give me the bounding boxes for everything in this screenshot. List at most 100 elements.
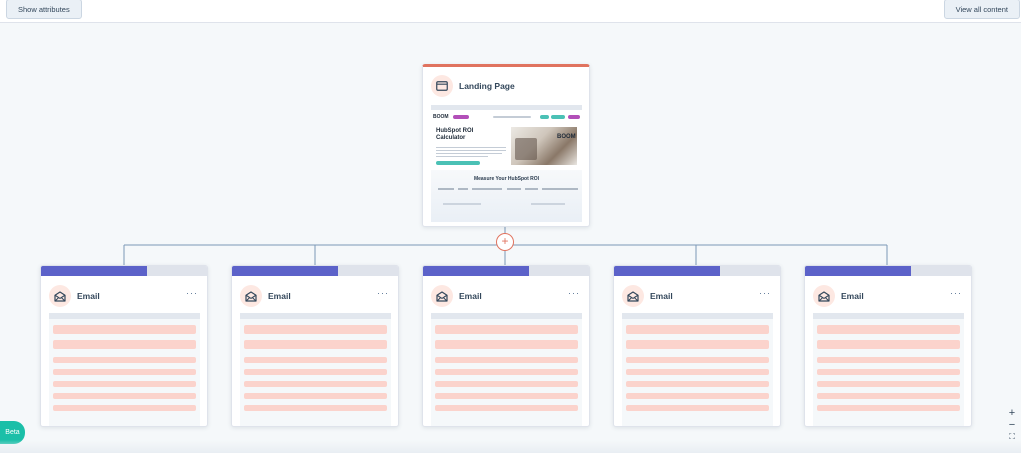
email-preview-line: [435, 357, 578, 363]
email-preview-line: [53, 405, 196, 411]
email-header: Email: [622, 285, 673, 307]
view-all-content-button[interactable]: View all content: [943, 0, 1020, 19]
email-preview-line: [435, 340, 578, 349]
email-status-fill: [41, 266, 147, 276]
email-preview-line: [817, 340, 960, 349]
email-preview-line: [244, 369, 387, 375]
email-status-bar: [614, 266, 780, 276]
email-more-menu-button[interactable]: ···: [950, 288, 962, 298]
email-preview-line: [244, 381, 387, 387]
preview-nav-pill: [453, 115, 469, 119]
landing-page-title: Landing Page: [459, 81, 515, 91]
preview-tab: [525, 188, 538, 190]
email-status-fill: [232, 266, 338, 276]
browser-window-icon: [431, 75, 453, 97]
preview-footer-line: [531, 203, 565, 205]
email-status-fill: [423, 266, 529, 276]
email-more-menu-button[interactable]: ···: [186, 288, 198, 298]
preview-logo: BOOM: [433, 114, 449, 120]
preview-nav-pill: [568, 115, 580, 119]
email-icon: [240, 285, 262, 307]
email-preview-line: [244, 340, 387, 349]
email-preview-line: [626, 340, 769, 349]
email-preview-line: [626, 357, 769, 363]
email-icon: [813, 285, 835, 307]
email-preview-line: [435, 393, 578, 399]
canvas-bottom-shade: [0, 440, 1021, 453]
email-card[interactable]: Email ···: [40, 265, 208, 427]
email-card[interactable]: Email ···: [613, 265, 781, 427]
email-preview-line: [53, 340, 196, 349]
landing-page-header: Landing Page: [431, 75, 515, 97]
email-preview-line: [53, 393, 196, 399]
preview-nav-pill: [540, 115, 549, 119]
preview-tab: [472, 188, 502, 190]
email-preview-line: [817, 393, 960, 399]
email-preview: [431, 313, 582, 426]
zoom-controls: + − ⛶: [1007, 407, 1017, 443]
email-preview-line: [817, 405, 960, 411]
email-preview-line: [626, 325, 769, 334]
email-title: Email: [841, 291, 864, 301]
email-title: Email: [77, 291, 100, 301]
email-title: Email: [268, 291, 291, 301]
zoom-in-button[interactable]: +: [1007, 407, 1017, 419]
add-content-button[interactable]: +: [496, 233, 514, 251]
email-status-fill: [805, 266, 911, 276]
email-preview-line: [817, 381, 960, 387]
preview-nav: BOOM: [431, 112, 582, 122]
landing-page-card[interactable]: Landing Page BOOM HubSpot ROI Calculator…: [422, 64, 590, 227]
email-more-menu-button[interactable]: ···: [759, 288, 771, 298]
email-icon: [49, 285, 71, 307]
preview-nav-links: [493, 116, 531, 118]
email-preview-line: [244, 393, 387, 399]
preview-section-title: Measure Your HubSpot ROI: [473, 176, 540, 182]
preview-heading: HubSpot ROI Calculator: [436, 128, 474, 141]
email-preview-line: [817, 357, 960, 363]
email-more-menu-button[interactable]: ···: [568, 288, 580, 298]
email-icon: [622, 285, 644, 307]
email-card[interactable]: Email ···: [804, 265, 972, 427]
email-preview: [49, 313, 200, 426]
landing-page-preview: BOOM HubSpot ROI Calculator BOOM Measure…: [431, 105, 582, 222]
preview-text-line: [436, 153, 502, 155]
email-status-bar: [41, 266, 207, 276]
preview-tab: [438, 188, 454, 190]
email-preview-line: [53, 357, 196, 363]
preview-hero-logo: BOOM: [557, 134, 576, 140]
email-preview-line: [817, 369, 960, 375]
show-attributes-button[interactable]: Show attributes: [6, 0, 82, 19]
email-preview-line: [435, 405, 578, 411]
email-header: Email: [813, 285, 864, 307]
email-preview-line: [53, 325, 196, 334]
zoom-out-button[interactable]: −: [1007, 419, 1017, 431]
email-icon: [431, 285, 453, 307]
email-card[interactable]: Email ···: [231, 265, 399, 427]
email-preview-line: [244, 405, 387, 411]
email-preview-line: [53, 381, 196, 387]
preview-text-line: [436, 156, 488, 158]
email-card[interactable]: Email ···: [422, 265, 590, 427]
email-title: Email: [650, 291, 673, 301]
email-more-menu-button[interactable]: ···: [377, 288, 389, 298]
preview-footer-line: [443, 203, 481, 205]
email-preview-line: [626, 405, 769, 411]
preview-text-line: [436, 150, 506, 152]
email-preview-line: [626, 381, 769, 387]
email-header: Email: [431, 285, 482, 307]
preview-hero-figure: [515, 138, 537, 160]
email-preview-line: [435, 381, 578, 387]
preview-tab: [542, 188, 578, 190]
email-preview-line: [435, 369, 578, 375]
email-status-bar: [423, 266, 589, 276]
email-status-bar: [805, 266, 971, 276]
email-preview-line: [53, 369, 196, 375]
preview-text-line: [436, 147, 506, 149]
email-header: Email: [240, 285, 291, 307]
email-title: Email: [459, 291, 482, 301]
email-preview-line: [435, 325, 578, 334]
email-preview: [622, 313, 773, 426]
email-preview-line: [626, 393, 769, 399]
preview-cta: [436, 161, 480, 165]
preview-tab: [458, 188, 468, 190]
